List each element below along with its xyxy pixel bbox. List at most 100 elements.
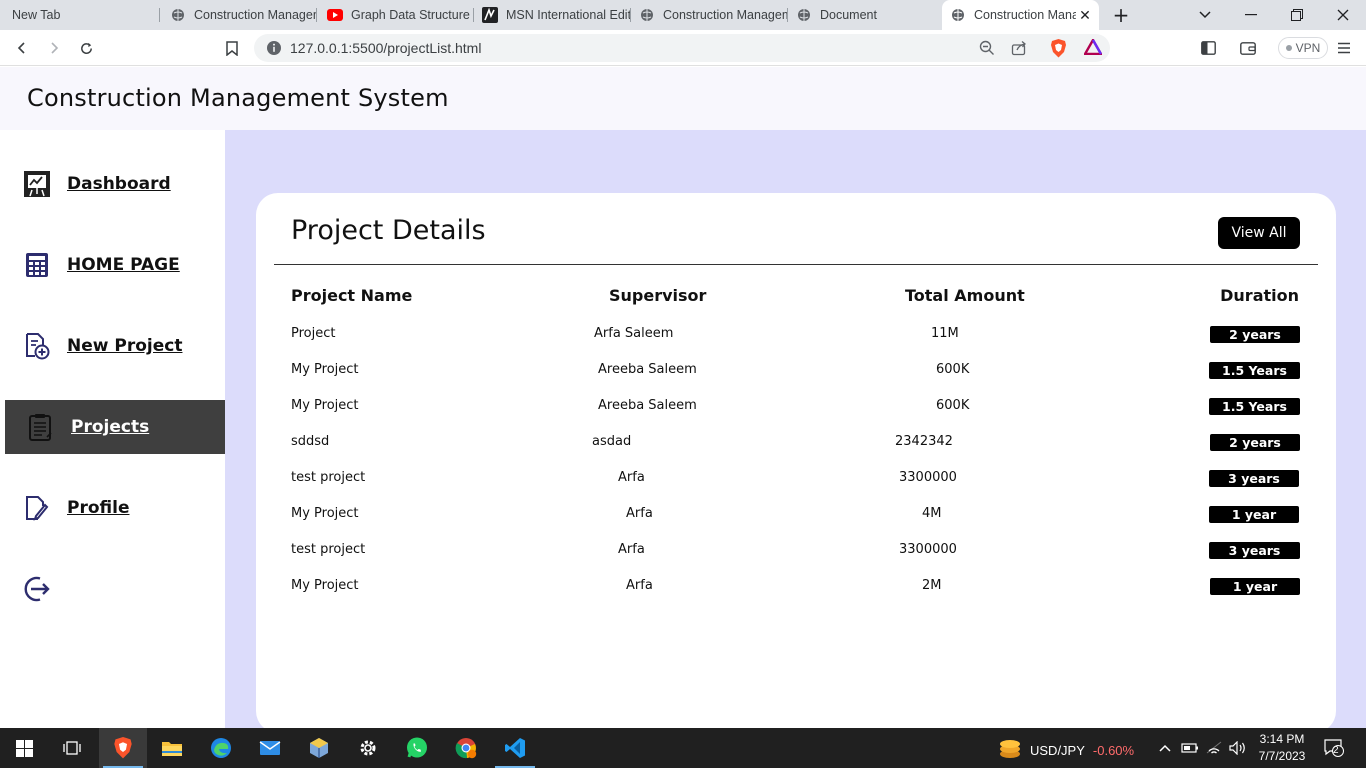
cell-supervisor: Areeba Saleem <box>598 362 697 377</box>
minimize-button[interactable] <box>1228 0 1274 30</box>
duration-badge: 2 years <box>1210 434 1300 451</box>
cell-project-name: My Project <box>291 578 359 593</box>
tab-search-chevron-icon[interactable] <box>1182 0 1228 30</box>
card-title: Project Details <box>291 215 486 246</box>
column-header-duration: Duration <box>1220 286 1299 305</box>
url-text[interactable]: 127.0.0.1:5500/projectList.html <box>290 40 481 56</box>
brave-browser-icon[interactable] <box>99 728 147 768</box>
bookmark-icon[interactable] <box>222 38 242 58</box>
browser-tab-active[interactable]: Construction Mana ✕ <box>942 0 1099 30</box>
sidebar: Dashboard HOME PAGE New Project Projects… <box>0 130 225 728</box>
ticker-change: -0.60% <box>1092 743 1135 758</box>
stocks-icon <box>998 738 1022 763</box>
browser-tab[interactable]: New Tab <box>0 0 160 30</box>
browser-tab[interactable]: Construction Managem <box>633 0 788 30</box>
windows-taskbar: USD/JPY -0.60% 3:14 PM 7/7/2023 2 <box>0 728 1366 768</box>
duration-badge: 1 year <box>1209 506 1299 523</box>
share-icon[interactable] <box>1011 40 1027 60</box>
cell-supervisor: asdad <box>592 434 632 449</box>
cell-project-name: My Project <box>291 398 359 413</box>
wifi-icon[interactable] <box>1205 739 1223 757</box>
virtualbox-icon[interactable] <box>295 728 343 768</box>
cell-supervisor: Arfa <box>626 578 653 593</box>
tab-title: New Tab <box>12 8 61 22</box>
browser-tab[interactable]: MSN International Editi <box>476 0 631 30</box>
vpn-button[interactable]: VPN <box>1278 37 1328 59</box>
youtube-icon <box>327 7 343 23</box>
column-header-project-name: Project Name <box>291 286 413 305</box>
chrome-icon[interactable] <box>442 728 490 768</box>
cell-total-amount: 4M <box>922 506 942 521</box>
sidebar-item-projects[interactable]: Projects <box>5 400 225 454</box>
new-tab-button[interactable]: + <box>1098 0 1144 30</box>
project-details-card: Project Details View All Project Name Su… <box>256 193 1336 733</box>
sidebar-item-home-page[interactable]: HOME PAGE <box>0 238 225 292</box>
cell-total-amount: 600K <box>936 398 970 413</box>
clock-time: 3:14 PM <box>1259 732 1305 746</box>
duration-badge: 1.5 Years <box>1209 398 1300 415</box>
browser-tab[interactable]: Construction Managem <box>162 0 317 30</box>
file-explorer-icon[interactable] <box>148 728 196 768</box>
stock-ticker-widget[interactable]: USD/JPY -0.60% <box>998 738 1134 763</box>
close-window-button[interactable] <box>1320 0 1366 30</box>
task-view-icon[interactable] <box>48 728 96 768</box>
address-bar[interactable]: 127.0.0.1:5500/projectList.html <box>254 34 1110 62</box>
brave-rewards-icon[interactable] <box>1082 37 1104 59</box>
cell-supervisor: Arfa <box>626 506 653 521</box>
tab-title: Construction Mana <box>974 8 1076 22</box>
cell-total-amount: 3300000 <box>899 542 957 557</box>
vpn-status-dot-icon <box>1285 45 1292 51</box>
chevron-up-icon[interactable] <box>1156 739 1174 757</box>
cell-total-amount: 600K <box>936 362 970 377</box>
cell-total-amount: 2342342 <box>895 434 953 449</box>
duration-badge: 3 years <box>1209 542 1300 559</box>
duration-badge: 1.5 Years <box>1209 362 1300 379</box>
sidebar-item-logout[interactable] <box>0 562 225 616</box>
menu-icon[interactable] <box>1334 38 1354 58</box>
sidebar-icon[interactable] <box>1198 38 1218 58</box>
globe-icon <box>170 7 186 23</box>
browser-tab[interactable]: Graph Data Structure | <box>319 0 474 30</box>
browser-tab-bar: New Tab Construction Managem Graph Data … <box>0 0 1366 30</box>
back-icon[interactable] <box>12 38 32 58</box>
vscode-icon[interactable] <box>491 728 539 768</box>
column-header-supervisor: Supervisor <box>609 286 707 305</box>
restore-button[interactable] <box>1274 0 1320 30</box>
reload-icon[interactable] <box>76 38 96 58</box>
notification-count: 2 <box>1333 745 1339 756</box>
main-content: Project Details View All Project Name Su… <box>225 130 1366 733</box>
cell-project-name: sddsd <box>291 434 330 449</box>
clock-date: 7/7/2023 <box>1258 749 1306 763</box>
zoom-icon[interactable] <box>979 40 995 60</box>
notification-center-icon[interactable]: 2 <box>1322 739 1346 757</box>
cell-supervisor: Arfa <box>618 542 645 557</box>
sidebar-item-label: New Project <box>67 336 183 356</box>
msn-icon <box>482 7 498 23</box>
start-button[interactable] <box>0 728 48 768</box>
cell-project-name: My Project <box>291 506 359 521</box>
battery-icon[interactable] <box>1181 739 1199 757</box>
sidebar-item-new-project[interactable]: New Project <box>0 319 225 373</box>
duration-badge: 1 year <box>1210 578 1300 595</box>
sidebar-item-dashboard[interactable]: Dashboard <box>0 157 225 211</box>
close-icon[interactable]: ✕ <box>1077 7 1093 23</box>
browser-tab[interactable]: Document <box>790 0 940 30</box>
sidebar-item-profile[interactable]: Profile <box>0 481 225 535</box>
volume-icon[interactable] <box>1228 739 1246 757</box>
sidebar-item-label: Profile <box>67 498 130 518</box>
cell-project-name: My Project <box>291 362 359 377</box>
cell-supervisor: Areeba Saleem <box>598 398 697 413</box>
system-clock[interactable]: 3:14 PM 7/7/2023 <box>1254 731 1310 765</box>
whatsapp-icon[interactable] <box>393 728 441 768</box>
divider <box>274 264 1318 265</box>
brave-shield-icon[interactable] <box>1050 39 1067 62</box>
forward-icon[interactable] <box>44 38 64 58</box>
cell-project-name: test project <box>291 470 366 485</box>
edge-icon[interactable] <box>197 728 245 768</box>
view-all-button[interactable]: View All <box>1218 217 1300 249</box>
wallet-icon[interactable] <box>1238 38 1258 58</box>
mail-icon[interactable] <box>246 728 294 768</box>
spreadsheet-icon <box>22 250 52 280</box>
site-info-icon[interactable] <box>266 40 282 60</box>
settings-gear-icon[interactable] <box>344 728 392 768</box>
